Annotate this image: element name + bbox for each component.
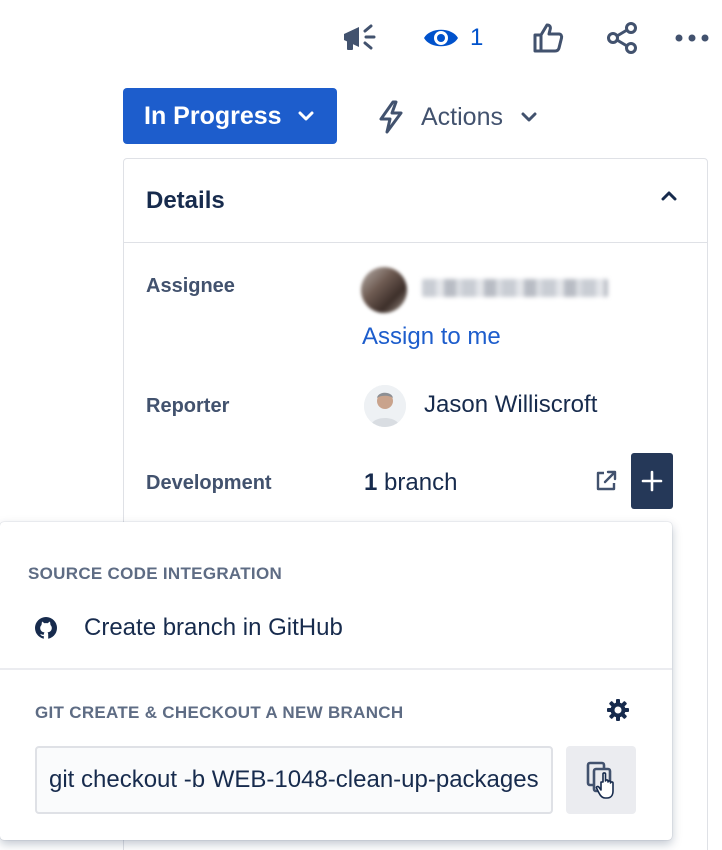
chevron-up-icon [661,191,677,201]
thumbs-up-icon [533,23,564,53]
github-icon [35,617,57,639]
open-development-button[interactable] [594,469,618,498]
gear-icon [607,699,629,721]
watch-count: 1 [470,24,484,51]
git-settings-button[interactable] [606,698,630,727]
avatar [364,385,406,427]
reporter-name: Jason Williscroft [424,391,598,418]
actions-label: Actions [421,102,503,131]
chevron-down-icon [521,112,537,122]
share-button[interactable] [602,18,642,58]
git-command-heading: GIT CREATE & CHECKOUT A NEW BRANCH [35,703,404,722]
announcement-button[interactable] [340,18,380,58]
more-icon [675,34,709,42]
assignee-label: Assignee [146,275,235,297]
create-branch-github-item[interactable]: Create branch in GitHub [34,614,343,642]
plus-icon [641,470,663,492]
status-dropdown-button[interactable]: In Progress [123,88,337,144]
source-code-section: SOURCE CODE INTEGRATION Create branch in… [0,522,672,670]
status-label: In Progress [144,101,282,130]
development-branch-link[interactable]: 1 branch [364,469,457,497]
share-icon [607,22,637,54]
megaphone-icon [344,24,376,50]
actions-dropdown-button[interactable]: Actions [375,92,537,142]
external-link-icon [596,470,617,491]
eye-icon [424,29,458,47]
branch-count: 1 [364,469,378,496]
assign-to-me-link[interactable]: Assign to me [362,323,501,351]
lightning-icon [379,100,403,134]
assignee-avatar [361,267,407,313]
reporter-label: Reporter [146,395,230,417]
watch-button[interactable]: 1 [422,18,483,58]
source-code-heading: SOURCE CODE INTEGRATION [28,564,283,583]
git-command-input[interactable] [35,746,553,814]
chevron-down-icon [298,111,314,121]
copy-command-button[interactable] [566,746,636,814]
more-button[interactable] [672,18,712,58]
branch-unit: branch [384,469,458,496]
add-development-button[interactable] [631,453,673,509]
create-branch-label: Create branch in GitHub [84,614,343,641]
assignee-name-redacted [422,279,608,297]
copy-icon [586,761,614,799]
collapse-details-button[interactable] [661,189,677,207]
like-button[interactable] [528,18,568,58]
details-title: Details [146,187,225,214]
development-label: Development [146,472,272,494]
details-header[interactable]: Details [124,159,707,243]
create-branch-popup: SOURCE CODE INTEGRATION Create branch in… [0,522,672,840]
